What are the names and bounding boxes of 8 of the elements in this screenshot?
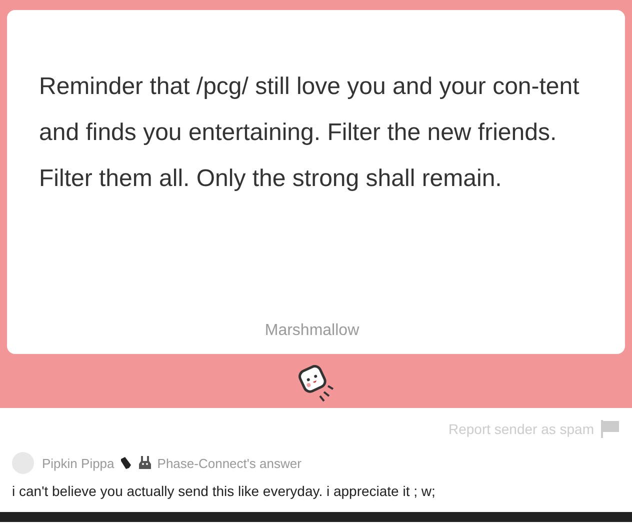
author-name: Pipkin Pippa [42,456,114,470]
answer-heading: Phase-Connect's answer [157,456,302,470]
rabbit-icon [138,456,152,470]
marshmallow-icon [296,362,336,404]
message-text: Reminder that /pcg/ still love you and your con-tent and finds you entertaining. Filter the new friends. Filter them all. Only the strong shall remain. [39,72,580,194]
brand-label: Marshmallow [264,322,360,341]
flag-icon[interactable] [600,420,620,438]
answer-text: i can't believe you actually send this like everyday. i appreciate it ; w; [11,482,436,499]
